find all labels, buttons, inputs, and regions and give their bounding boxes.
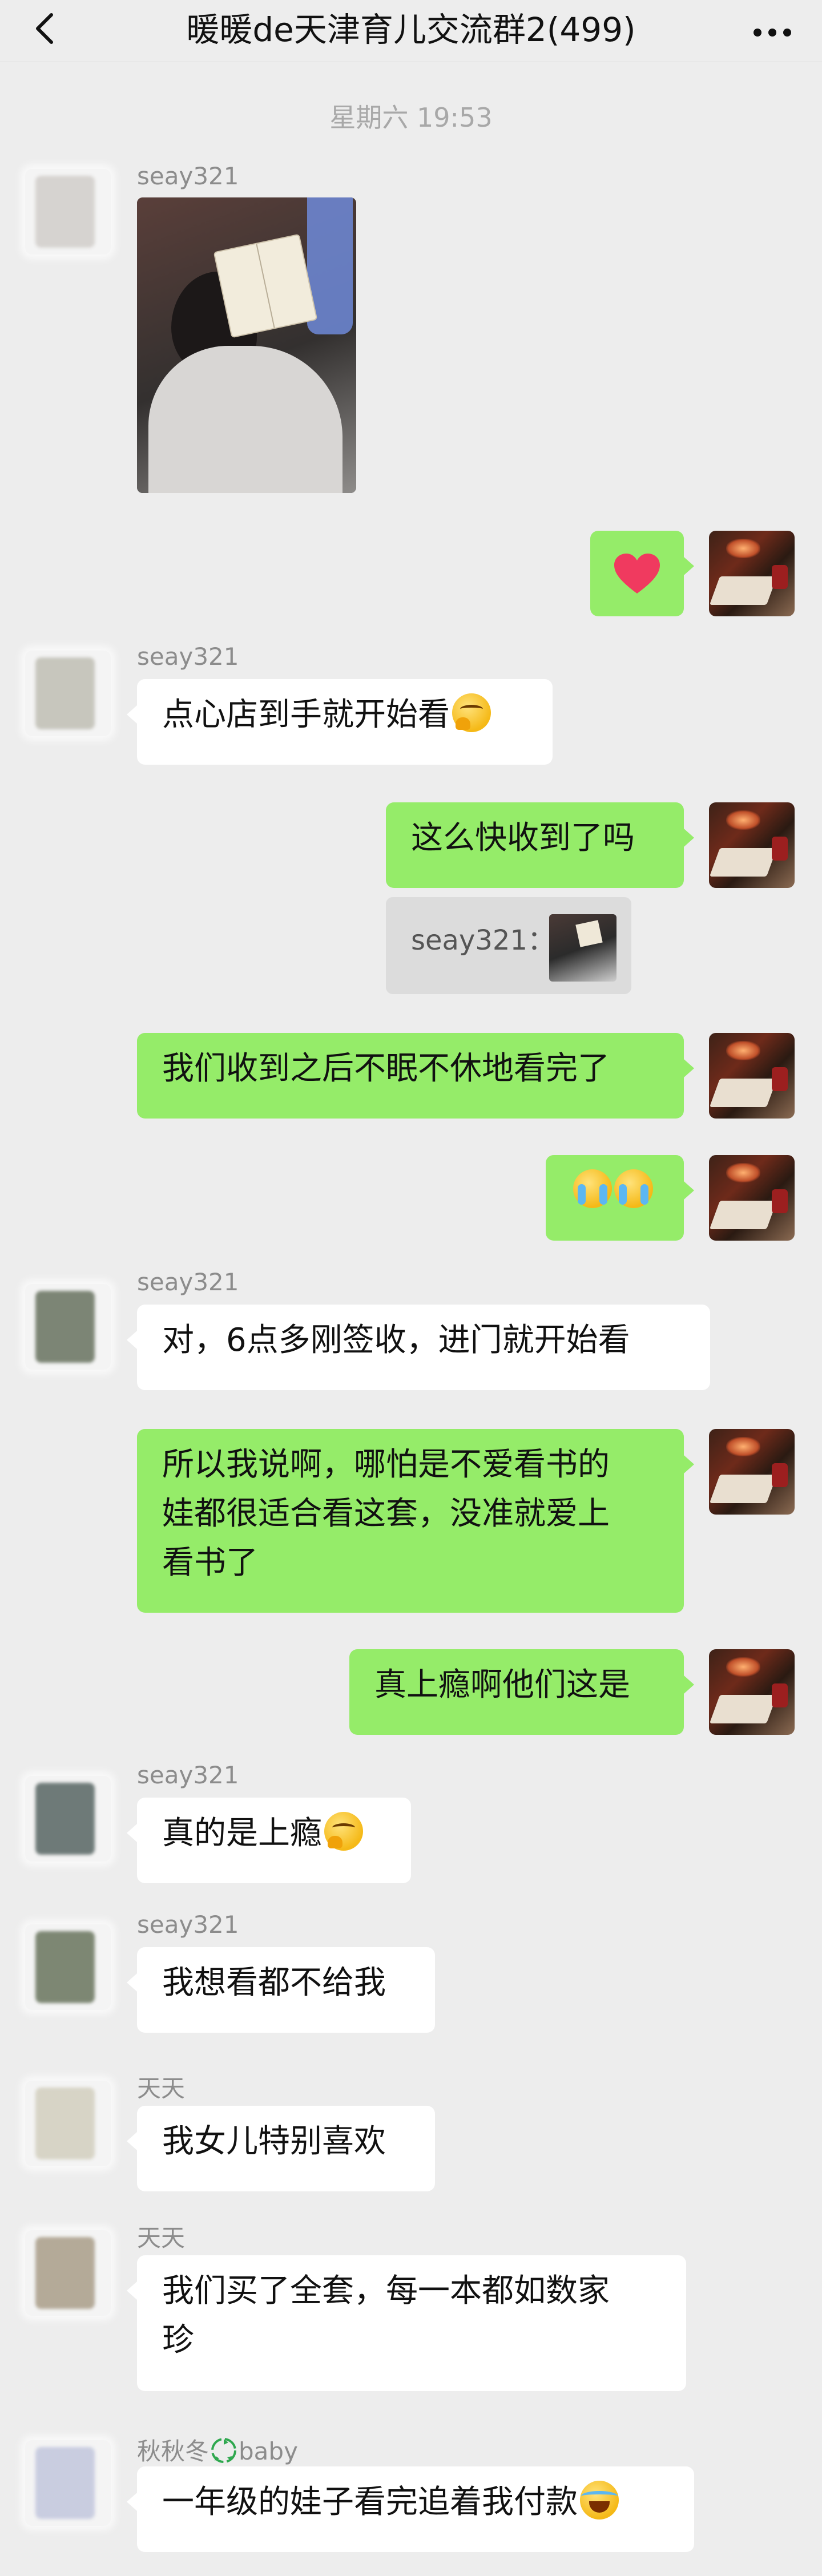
avatar-seay321[interactable]	[25, 1776, 111, 1862]
avatar-self[interactable]	[709, 531, 795, 616]
message-bubble[interactable]: 我女儿特别喜欢	[127, 2106, 435, 2191]
sender-name: 秋秋冬 baby	[137, 2432, 298, 2467]
message-bubble-self[interactable]: 真上瘾啊他们这是	[349, 1649, 694, 1735]
message-bubble-self[interactable]: 这么快收到了吗	[386, 802, 694, 888]
message-text: 我们收到之后不眠不休地看完了	[162, 1050, 610, 1087]
message-bubble-self[interactable]	[546, 1155, 694, 1241]
sender-name: 天天	[137, 2074, 186, 2102]
message-bubble[interactable]: 一年级的娃子看完追着我付款	[127, 2466, 694, 2552]
avatar-self[interactable]	[709, 1429, 795, 1515]
avatar-seay321[interactable]	[25, 1924, 111, 2010]
avatar-self[interactable]	[709, 1033, 795, 1119]
avatar-tiantian[interactable]	[25, 2230, 111, 2316]
message-text-line: 我们买了全套，每一本都如数家	[162, 2272, 610, 2309]
thinking-face-emoji	[324, 1812, 363, 1851]
sender-name: seay321	[137, 1761, 239, 1789]
avatar-seay321[interactable]	[25, 651, 111, 736]
message-text-line: 娃都很适合看这套，没准就爱上	[162, 1495, 610, 1532]
avatar-seay321[interactable]	[25, 1284, 111, 1370]
sender-name: seay321	[137, 1911, 239, 1939]
message-bubble[interactable]: 我们买了全套，每一本都如数家 珍	[127, 2255, 686, 2391]
message-bubble-self[interactable]	[590, 531, 694, 616]
heart-emoji	[614, 554, 660, 593]
avatar-self[interactable]	[709, 1649, 795, 1735]
avatar-qiuqiudong[interactable]	[25, 2440, 111, 2526]
avatar-tiantian[interactable]	[25, 2081, 111, 2166]
thinking-face-emoji	[452, 693, 491, 732]
message-text: 真上瘾啊他们这是	[374, 1666, 630, 1703]
message-image[interactable]	[137, 197, 356, 493]
message-text: 这么快收到了吗	[411, 819, 635, 857]
avatar-self[interactable]	[709, 802, 795, 888]
sender-name-prefix: 秋秋冬	[137, 2437, 209, 2465]
crying-face-emoji	[573, 1169, 612, 1208]
message-text-line: 所以我说啊，哪怕是不爱看书的	[162, 1446, 610, 1483]
crying-face-emoji	[614, 1169, 653, 1208]
back-arrow-icon[interactable]	[29, 11, 63, 46]
message-text: 一年级的娃子看完追着我付款	[162, 2484, 578, 2521]
avatar-self[interactable]	[709, 1155, 795, 1241]
message-bubble-self[interactable]: 所以我说啊，哪怕是不爱看书的 娃都很适合看这套，没准就爱上 看书了	[137, 1429, 694, 1613]
message-text-line: 看书了	[162, 1544, 258, 1581]
message-timestamp: 星期六 19:53	[329, 102, 493, 133]
quoted-message[interactable]: seay321：	[386, 897, 631, 994]
chat-title: 暖暖de天津育儿交流群2(499)	[186, 10, 636, 49]
message-text: 我女儿特别喜欢	[162, 2123, 386, 2160]
message-text: 对，6点多刚签收，进门就开始看	[162, 1322, 630, 1359]
message-text-line: 珍	[162, 2321, 194, 2359]
sender-name-suffix: baby	[239, 2437, 298, 2465]
sender-name: 天天	[137, 2224, 186, 2252]
message-bubble[interactable]: 我想看都不给我	[127, 1947, 435, 2033]
recycle-icon	[211, 2438, 237, 2463]
message-bubble[interactable]: 真的是上瘾	[127, 1798, 411, 1883]
quote-sender: seay321：	[411, 924, 555, 956]
message-bubble-self[interactable]: 我们收到之后不眠不休地看完了	[137, 1033, 694, 1119]
avatar-seay321[interactable]	[25, 169, 111, 255]
message-text: 我想看都不给我	[162, 1964, 386, 2001]
sender-name: seay321	[137, 1268, 239, 1296]
message-bubble[interactable]: 对，6点多刚签收，进门就开始看	[127, 1305, 710, 1390]
quote-image-thumbnail	[549, 914, 616, 982]
message-bubble[interactable]: 点心店到手就开始看	[127, 679, 553, 765]
message-text: 真的是上瘾	[162, 1815, 322, 1852]
sender-name: seay321	[137, 643, 239, 671]
chat-header: 暖暖de天津育儿交流群2(499)	[0, 0, 822, 62]
more-options-icon[interactable]	[754, 29, 791, 37]
message-text: 点心店到手就开始看	[162, 696, 450, 733]
tears-of-joy-emoji	[580, 2481, 619, 2520]
sender-name: seay321	[137, 162, 239, 190]
